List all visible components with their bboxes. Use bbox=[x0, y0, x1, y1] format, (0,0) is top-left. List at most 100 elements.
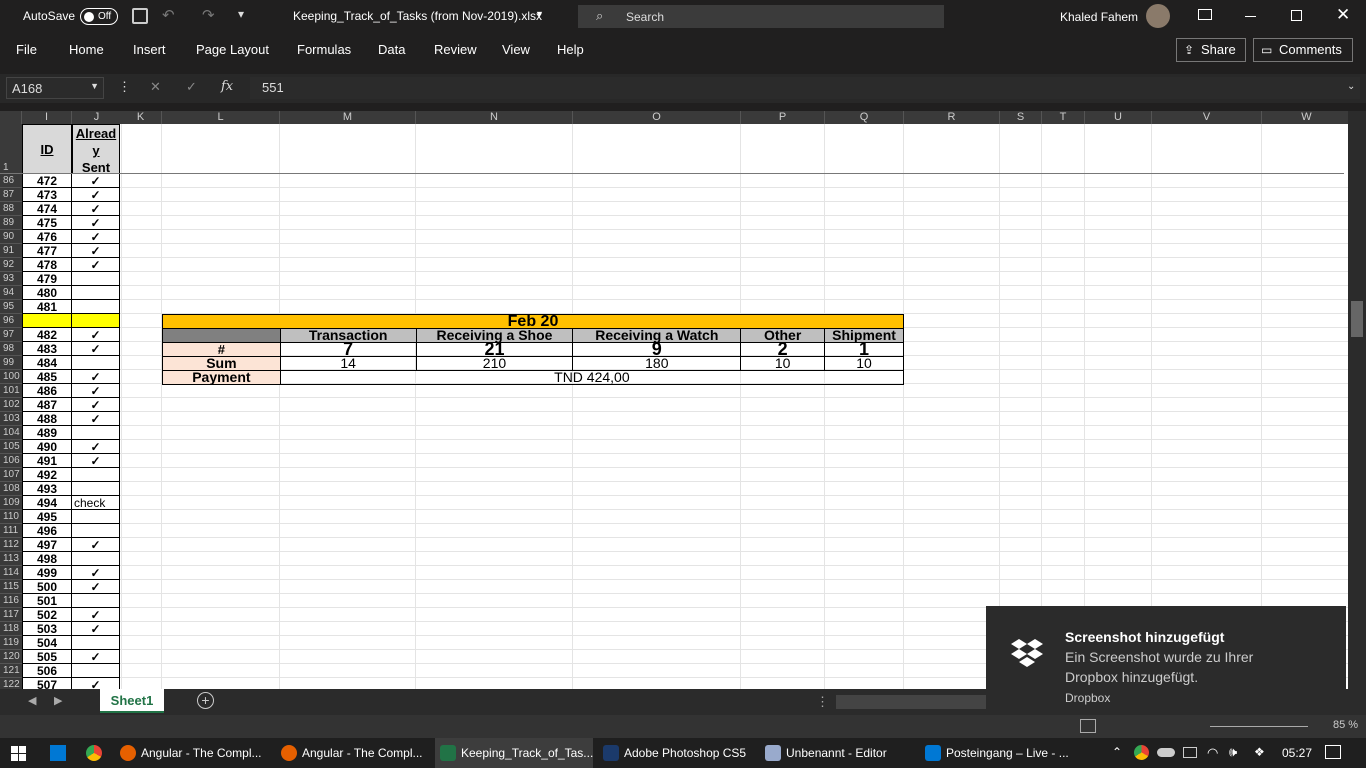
row-header[interactable]: 92 bbox=[0, 258, 22, 272]
column-header[interactable]: U bbox=[1085, 111, 1152, 124]
insert-function-icon[interactable]: fx bbox=[221, 79, 233, 94]
row-header[interactable]: 118 bbox=[0, 622, 22, 636]
zoom-slider[interactable] bbox=[1210, 726, 1308, 727]
enter-icon[interactable]: ✓ bbox=[186, 79, 197, 95]
already-sent-cell[interactable] bbox=[72, 482, 120, 496]
sum-value[interactable]: 14 bbox=[279, 356, 417, 371]
row-header[interactable]: 86 bbox=[0, 174, 22, 188]
row-header[interactable]: 97 bbox=[0, 328, 22, 342]
tab-review[interactable]: Review bbox=[434, 42, 477, 57]
chrome-tray-icon[interactable] bbox=[1134, 745, 1149, 760]
id-cell[interactable]: 500 bbox=[22, 580, 72, 594]
task-view-icon[interactable] bbox=[50, 745, 66, 761]
column-header[interactable]: I bbox=[22, 111, 72, 124]
summary-corner-cell[interactable] bbox=[162, 328, 281, 343]
row-header[interactable]: 90 bbox=[0, 230, 22, 244]
tab-formulas[interactable]: Formulas bbox=[297, 42, 351, 57]
id-cell[interactable]: 484 bbox=[22, 356, 72, 370]
formula-input[interactable]: 551 bbox=[250, 77, 1360, 99]
already-sent-cell[interactable]: ✓ bbox=[72, 608, 120, 622]
minimize-icon[interactable] bbox=[1245, 16, 1256, 17]
worksheet-grid[interactable]: I J K L M N O P Q R S T U V W 1 ID Alread y Sent 86 472 ✓ 87 473… bbox=[0, 111, 1366, 689]
count-value[interactable]: 21 bbox=[415, 342, 574, 357]
column-header[interactable]: W bbox=[1262, 111, 1352, 124]
already-sent-cell[interactable]: ✓ bbox=[72, 230, 120, 244]
already-sent-cell[interactable] bbox=[72, 524, 120, 538]
row-header[interactable]: 106 bbox=[0, 454, 22, 468]
id-cell[interactable]: 492 bbox=[22, 468, 72, 482]
summary-title[interactable]: Feb 20 bbox=[162, 314, 904, 329]
id-cell[interactable]: 485 bbox=[22, 370, 72, 384]
column-header[interactable]: N bbox=[416, 111, 573, 124]
column-header[interactable]: O bbox=[573, 111, 741, 124]
taskbar-item-excel[interactable]: Keeping_Track_of_Tas... bbox=[435, 738, 593, 768]
scroll-right-icon[interactable]: ▶ bbox=[54, 694, 62, 707]
row-header[interactable]: 108 bbox=[0, 482, 22, 496]
id-cell[interactable]: 481 bbox=[22, 300, 72, 314]
row-header[interactable]: 112 bbox=[0, 538, 22, 552]
summary-header[interactable]: Receiving a Shoe bbox=[415, 328, 574, 343]
already-sent-cell[interactable] bbox=[72, 594, 120, 608]
summary-header[interactable]: Transaction bbox=[279, 328, 417, 343]
vertical-scrollbar[interactable] bbox=[1348, 111, 1366, 689]
row-header[interactable]: 93 bbox=[0, 272, 22, 286]
already-sent-cell[interactable]: ✓ bbox=[72, 328, 120, 342]
name-box[interactable]: A168 ▼ bbox=[6, 77, 104, 99]
share-button[interactable]: ⇪ Share bbox=[1176, 38, 1246, 62]
row-header[interactable]: 101 bbox=[0, 384, 22, 398]
summary-header[interactable]: Receiving a Watch bbox=[572, 328, 742, 343]
onedrive-icon[interactable] bbox=[1157, 748, 1175, 757]
dropbox-notification[interactable]: Screenshot hinzugefügt Ein Screenshot wu… bbox=[986, 606, 1346, 710]
already-sent-cell[interactable]: ✓ bbox=[72, 258, 120, 272]
id-cell[interactable]: 490 bbox=[22, 440, 72, 454]
ribbon-display-icon[interactable] bbox=[1198, 9, 1212, 20]
column-header[interactable]: S bbox=[1000, 111, 1042, 124]
already-sent-cell[interactable]: ✓ bbox=[72, 454, 120, 468]
row-header[interactable]: 89 bbox=[0, 216, 22, 230]
already-sent-cell[interactable]: ✓ bbox=[72, 370, 120, 384]
payment-label[interactable]: Payment bbox=[162, 370, 281, 385]
sum-value[interactable]: 10 bbox=[740, 356, 826, 371]
id-cell[interactable]: 491 bbox=[22, 454, 72, 468]
row-header[interactable]: 104 bbox=[0, 426, 22, 440]
cancel-icon[interactable]: ✕ bbox=[150, 79, 161, 95]
windows-start-icon[interactable] bbox=[11, 746, 26, 761]
id-cell[interactable]: 501 bbox=[22, 594, 72, 608]
id-cell[interactable]: 503 bbox=[22, 622, 72, 636]
summary-header[interactable]: Shipment bbox=[824, 328, 904, 343]
already-sent-cell[interactable] bbox=[72, 468, 120, 482]
sum-value[interactable]: 180 bbox=[572, 356, 742, 371]
row-header[interactable]: 107 bbox=[0, 468, 22, 482]
horizontal-scrollbar[interactable] bbox=[836, 695, 986, 709]
payment-value[interactable]: TND 424,00 bbox=[279, 370, 905, 385]
row-header[interactable]: 1 bbox=[0, 124, 22, 174]
id-header[interactable]: ID bbox=[22, 124, 72, 174]
tab-data[interactable]: Data bbox=[378, 42, 405, 57]
search-box[interactable]: ⌕ Search bbox=[578, 5, 944, 28]
tab-insert[interactable]: Insert bbox=[133, 42, 166, 57]
count-value[interactable]: 1 bbox=[824, 342, 904, 357]
row-header[interactable]: 105 bbox=[0, 440, 22, 454]
restore-icon[interactable] bbox=[1291, 10, 1302, 21]
id-cell[interactable]: 486 bbox=[22, 384, 72, 398]
id-cell[interactable]: 482 bbox=[22, 328, 72, 342]
already-sent-cell[interactable] bbox=[72, 314, 120, 328]
id-cell[interactable]: 487 bbox=[22, 398, 72, 412]
close-icon[interactable]: ✕ bbox=[1336, 5, 1350, 25]
already-sent-cell[interactable]: ✓ bbox=[72, 244, 120, 258]
zoom-level[interactable]: 85 % bbox=[1333, 719, 1358, 731]
select-all-corner[interactable] bbox=[0, 111, 22, 124]
id-cell[interactable]: 489 bbox=[22, 426, 72, 440]
already-sent-cell[interactable]: ✓ bbox=[72, 622, 120, 636]
id-cell[interactable]: 474 bbox=[22, 202, 72, 216]
column-header[interactable]: P bbox=[741, 111, 825, 124]
column-header[interactable]: M bbox=[280, 111, 416, 124]
scrollbar-thumb[interactable] bbox=[1351, 301, 1363, 337]
already-sent-cell[interactable]: ✓ bbox=[72, 174, 120, 188]
taskbar-item-photoshop[interactable]: Adobe Photoshop CS5 bbox=[598, 738, 746, 768]
id-cell[interactable]: 495 bbox=[22, 510, 72, 524]
already-sent-cell[interactable] bbox=[72, 272, 120, 286]
row-header[interactable]: 103 bbox=[0, 412, 22, 426]
row-header[interactable]: 121 bbox=[0, 664, 22, 678]
tab-file[interactable]: File bbox=[16, 42, 37, 57]
